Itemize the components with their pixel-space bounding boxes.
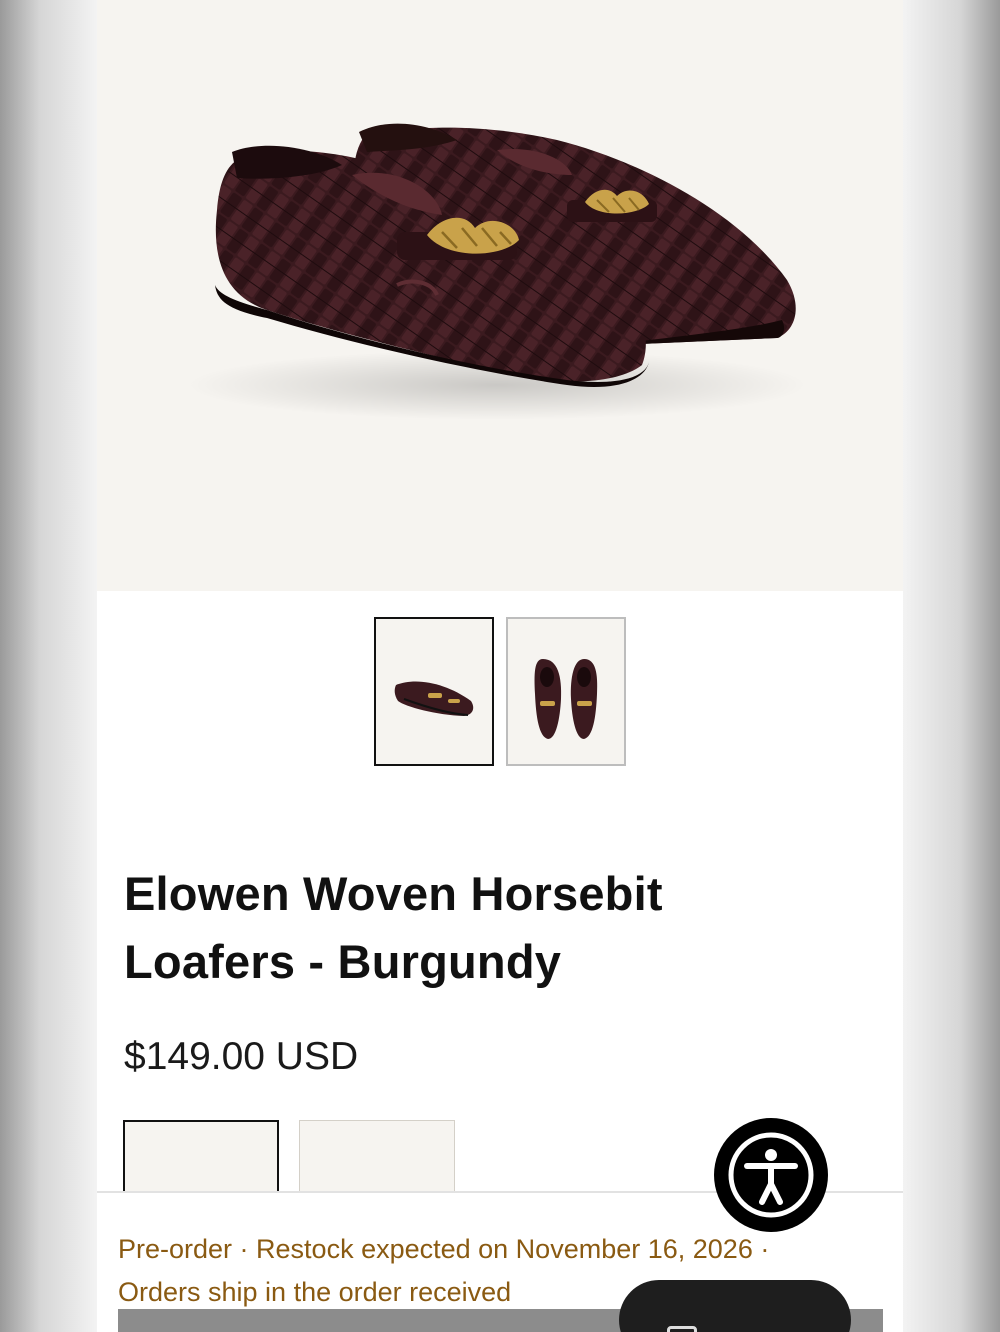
product-price: $149.00 USD <box>124 1035 359 1078</box>
chat-icon <box>667 1326 697 1332</box>
thumbnail-top-view[interactable] <box>506 617 626 766</box>
accessibility-button[interactable] <box>714 1118 828 1232</box>
product-title: Elowen Woven Horsebit Loafers - Burgundy <box>124 867 663 988</box>
image-thumbnails <box>374 617 626 766</box>
thumbnail-side-image <box>394 681 474 716</box>
product-main-image[interactable] <box>97 0 903 591</box>
chat-button[interactable] <box>619 1280 851 1332</box>
thumbnail-side-view[interactable] <box>374 617 494 766</box>
product-page: Elowen Woven Horsebit Loafers - Burgundy… <box>97 0 903 1332</box>
thumbnail-top-image <box>534 659 598 739</box>
accessibility-icon <box>728 1132 814 1218</box>
loafer-pair-illustration <box>187 123 807 420</box>
